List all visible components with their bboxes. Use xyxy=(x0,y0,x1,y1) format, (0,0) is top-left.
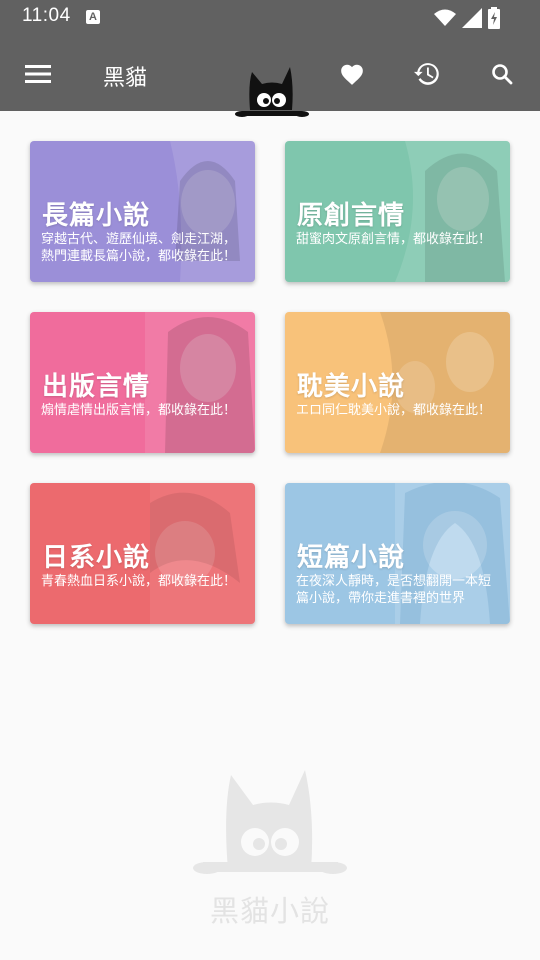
card-title: 日系小說 xyxy=(42,543,151,573)
status-icons xyxy=(434,7,500,29)
search-icon xyxy=(492,64,513,85)
category-card-bl-novel[interactable]: 耽美小說 エロ同仁耽美小說，都收錄在此！ xyxy=(285,312,510,453)
category-card-short-story[interactable]: 短篇小說 在夜深人靜時，是否想翻開一本短篇小說，帶你走進書裡的世界 xyxy=(285,483,510,624)
category-card-published-romance[interactable]: 出版言情 煽情虐情出版言情，都收錄在此！ xyxy=(30,312,255,453)
category-card-original-romance[interactable]: 原創言情 甜蜜肉文原創言情，都收錄在此！ xyxy=(285,141,510,282)
card-title: 出版言情 xyxy=(42,372,151,402)
cat-logo-icon xyxy=(235,67,309,117)
battery-charging-icon xyxy=(488,7,500,29)
signal-icon xyxy=(462,8,482,28)
favorites-button[interactable] xyxy=(334,56,370,92)
app-bar: 黑貓 xyxy=(0,36,540,117)
wifi-icon xyxy=(434,9,456,26)
card-title: 耽美小說 xyxy=(297,372,406,402)
category-card-japanese-novel[interactable]: 日系小說 青春熱血日系小說，都收錄在此！ xyxy=(30,483,255,624)
card-description: 青春熱血日系小說，都收錄在此！ xyxy=(41,574,237,589)
app-title: 黑貓 xyxy=(103,66,148,91)
card-description: 穿越古代、遊歷仙境、劍走江湖，熱門連載長篇小說，都收錄在此！ xyxy=(41,232,237,264)
history-icon xyxy=(414,63,439,85)
menu-button[interactable] xyxy=(20,56,56,92)
status-time: 11:04 xyxy=(22,5,71,26)
card-title: 長篇小說 xyxy=(42,201,151,231)
menu-icon xyxy=(25,65,51,83)
watermark-text: 黑貓小說 xyxy=(210,894,331,928)
card-title: 短篇小說 xyxy=(297,543,406,573)
heart-icon xyxy=(341,64,363,85)
status-bar: 11:04 A xyxy=(0,0,540,36)
card-description: 在夜深人靜時，是否想翻開一本短篇小說，帶你走進書裡的世界 xyxy=(296,574,492,606)
cat-watermark-icon xyxy=(193,770,347,874)
category-card-long-novel[interactable]: 長篇小說 穿越古代、遊歷仙境、劍走江湖，熱門連載長篇小說，都收錄在此！ xyxy=(30,141,255,282)
card-title: 原創言情 xyxy=(297,201,406,231)
card-description: 甜蜜肉文原創言情，都收錄在此！ xyxy=(296,232,492,247)
card-description: 煽情虐情出版言情，都收錄在此！ xyxy=(41,403,237,418)
history-button[interactable] xyxy=(409,56,445,92)
card-description: エロ同仁耽美小說，都收錄在此！ xyxy=(296,403,492,418)
search-button[interactable] xyxy=(484,56,520,92)
notification-icon: A xyxy=(86,10,100,24)
